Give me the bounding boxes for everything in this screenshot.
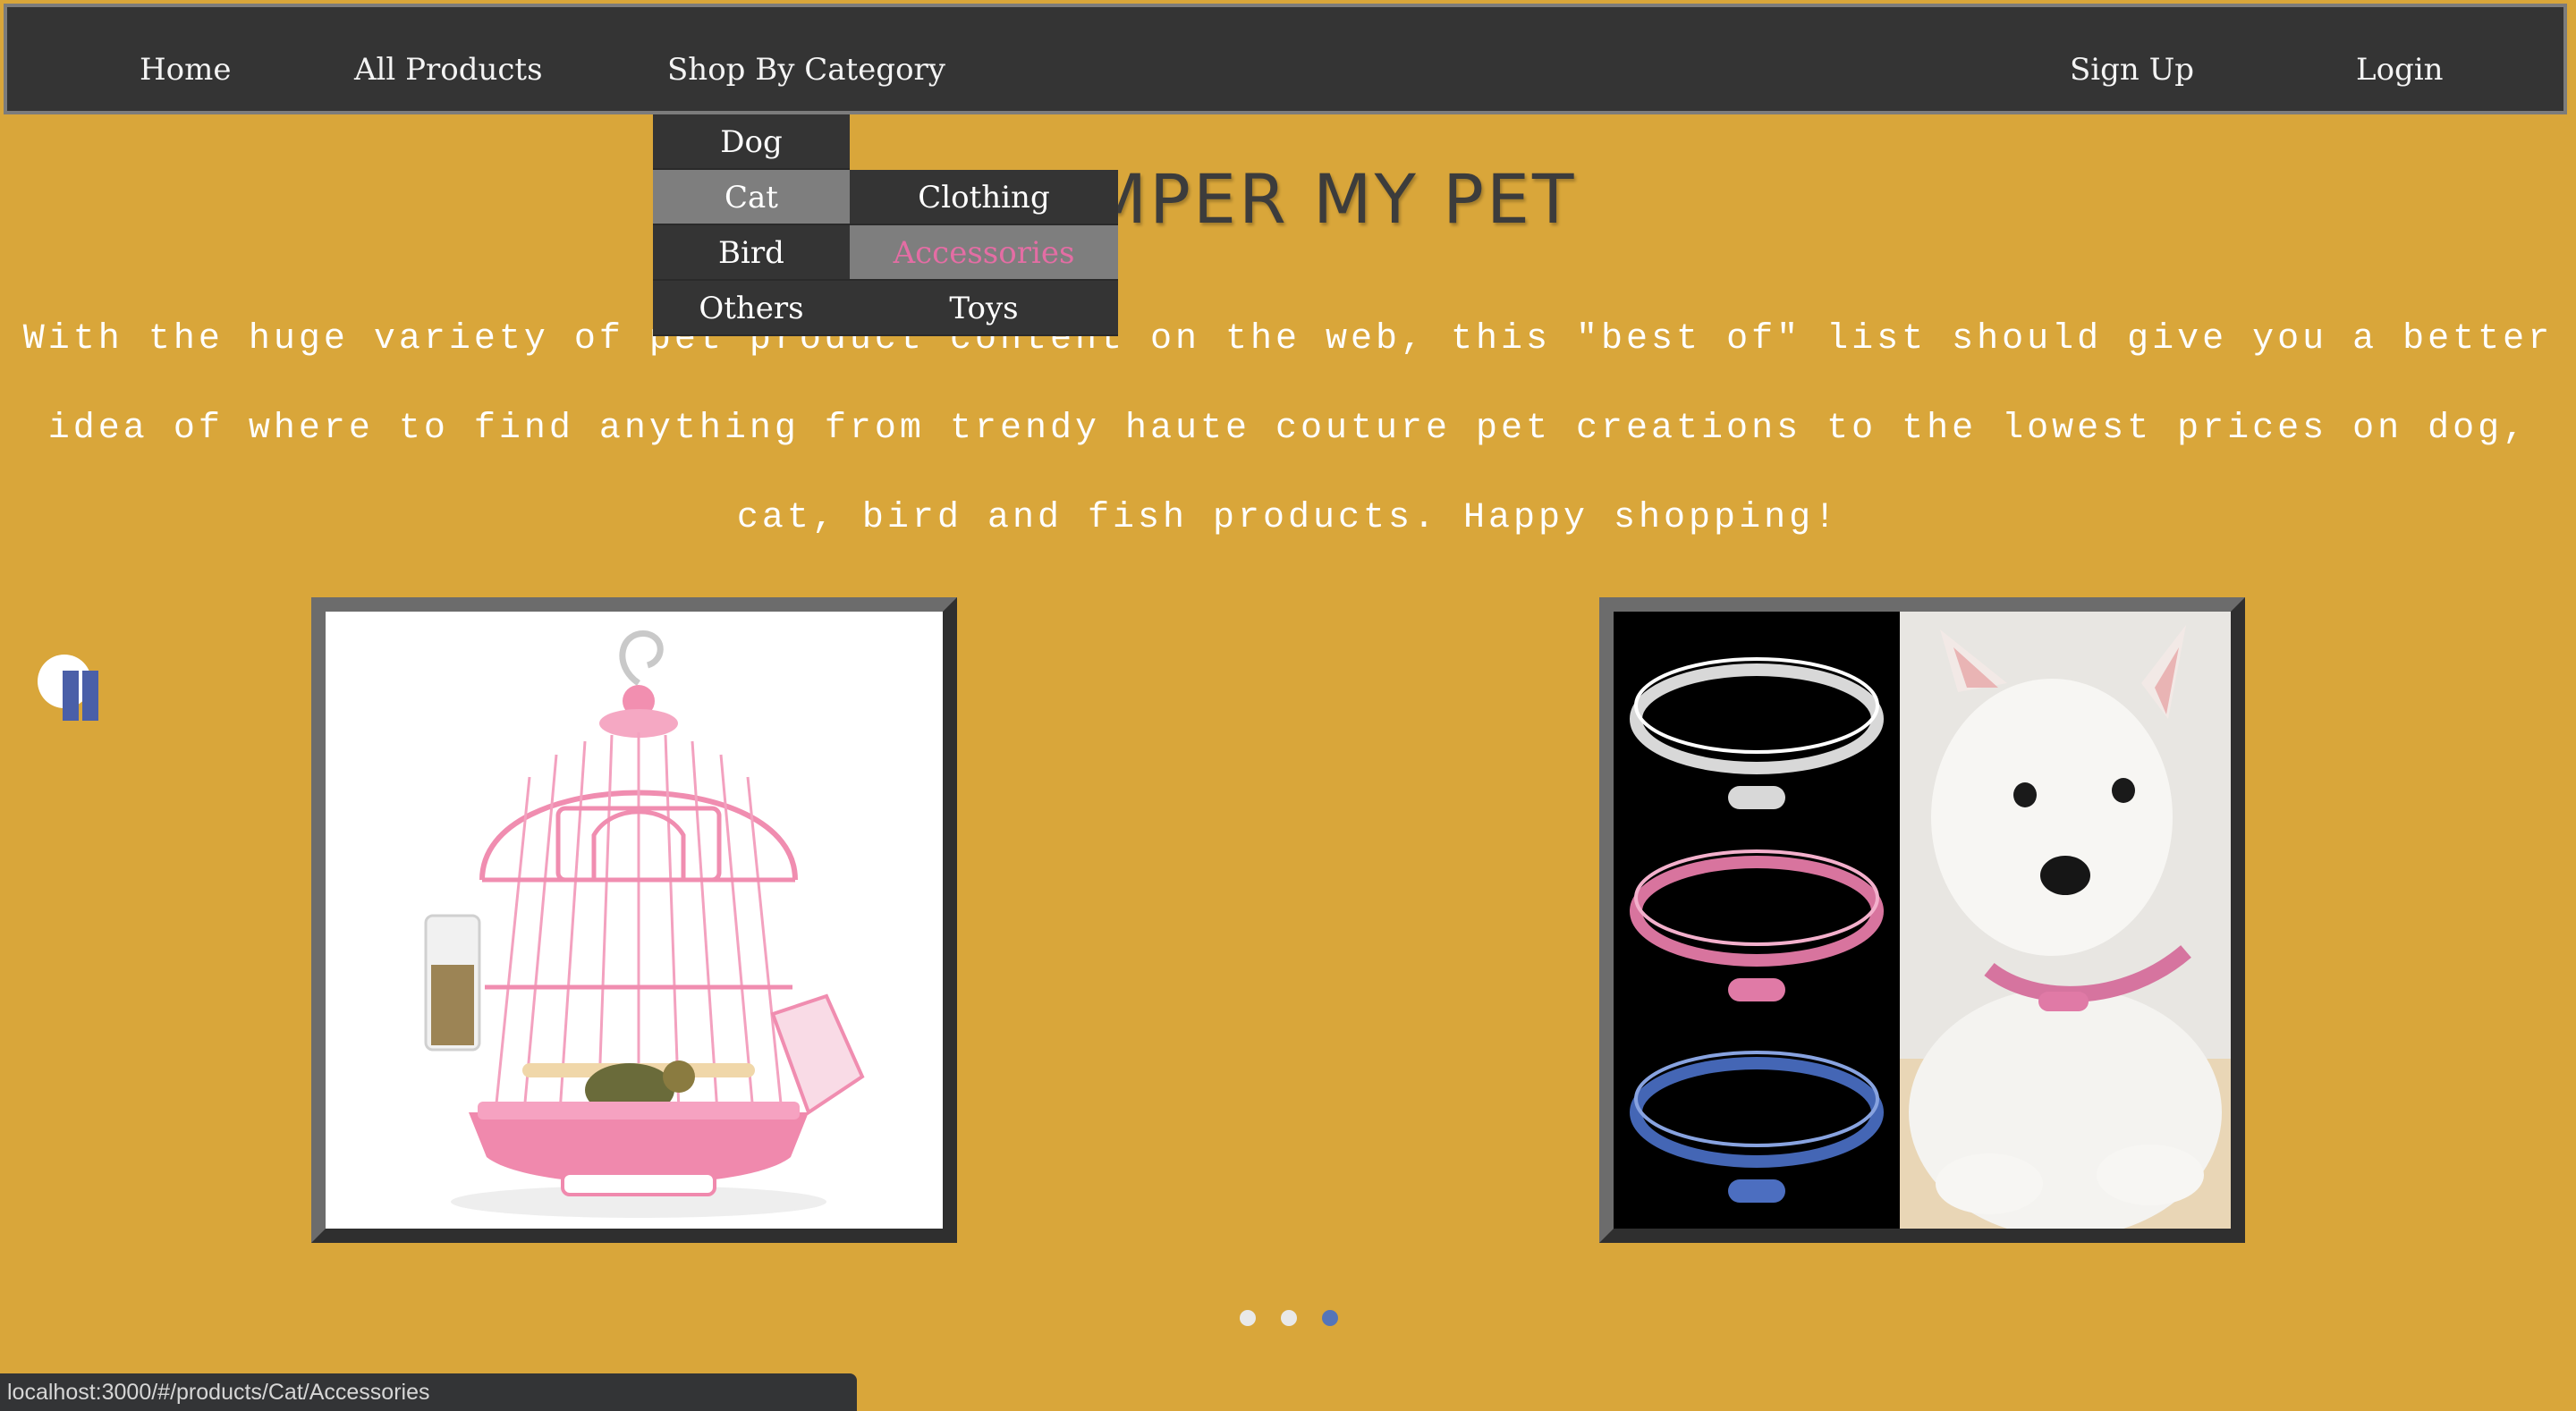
carousel-pause-button[interactable] — [36, 653, 107, 724]
pink-birdcage-image — [326, 612, 943, 1229]
carousel-dot-1[interactable] — [1240, 1310, 1256, 1326]
page: Home All Products Shop By Category Sign … — [0, 0, 2576, 1411]
rhinestone-collars-dog-image — [1614, 612, 2231, 1229]
carousel-card-birdcage[interactable] — [311, 597, 957, 1243]
nav-sign-up-link[interactable]: Sign Up — [2070, 7, 2194, 118]
nav-all-products-link[interactable]: All Products — [354, 7, 543, 118]
subcategory-item-accessories[interactable]: Accessories — [850, 225, 1118, 281]
carousel-dot-2[interactable] — [1281, 1310, 1297, 1326]
top-navbar: Home All Products Shop By Category Sign … — [4, 4, 2567, 114]
browser-status-url: localhost:3000/#/products/Cat/Accessorie… — [0, 1373, 857, 1411]
carousel-card-collars[interactable] — [1599, 597, 2245, 1243]
subcategory-item-clothing[interactable]: Clothing — [850, 170, 1118, 225]
nav-home-link[interactable]: Home — [140, 7, 231, 118]
category-item-dog[interactable]: Dog — [653, 114, 850, 170]
category-item-bird[interactable]: Bird — [653, 225, 850, 281]
nav-login-link[interactable]: Login — [2356, 7, 2444, 118]
category-menu: Dog Cat Bird Others — [653, 114, 850, 336]
pause-icon — [38, 655, 98, 721]
category-item-others[interactable]: Others — [653, 281, 850, 336]
nav-shop-by-category-link[interactable]: Shop By Category — [667, 7, 945, 118]
category-item-cat[interactable]: Cat — [653, 170, 850, 225]
carousel-pagination — [1234, 1310, 1342, 1328]
subcategory-menu: Clothing Accessories Toys — [850, 170, 1118, 336]
subcategory-item-toys[interactable]: Toys — [850, 281, 1118, 336]
intro-text: With the huge variety of pet product con… — [22, 319, 2554, 538]
page-title: PAMPER MY PET — [999, 159, 1577, 239]
carousel-dot-3-active[interactable] — [1322, 1310, 1338, 1326]
